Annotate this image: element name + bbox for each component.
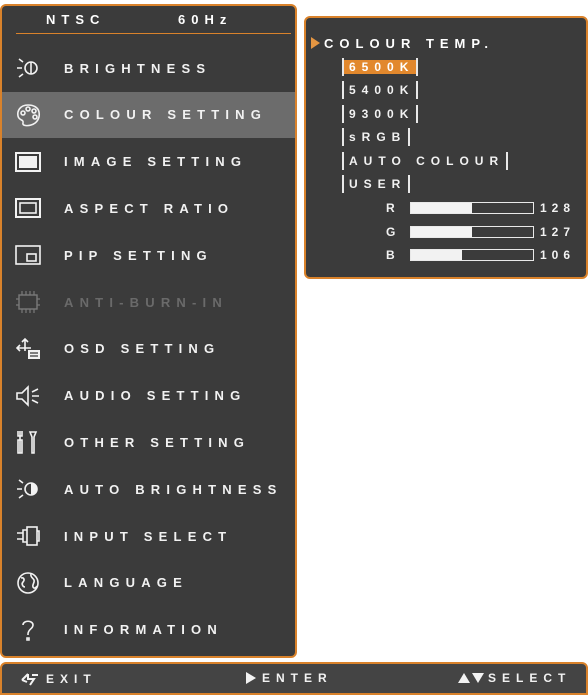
option-divider (416, 81, 419, 100)
footer-bar: EXIT ENTER SELECT (0, 662, 588, 695)
colour-temp-option[interactable]: sRGB (342, 126, 411, 148)
rgb-slider[interactable] (410, 249, 534, 261)
colour-temp-option[interactable]: USER (342, 173, 411, 195)
rgb-value: 127 (540, 224, 576, 239)
image-icon (14, 148, 42, 176)
menu-item-label: BRIGHTNESS (64, 60, 212, 76)
menu-item-label: INFORMATION (64, 622, 223, 638)
option-label: 6500K (344, 60, 417, 74)
menu-item-input-select[interactable]: INPUT SELECT (2, 513, 295, 559)
option-label: 5400K (349, 83, 415, 98)
exit-button[interactable]: EXIT (20, 671, 97, 687)
aspect-ratio-icon (14, 194, 42, 222)
select-label: SELECT (488, 671, 572, 685)
exit-label: EXIT (46, 672, 97, 686)
palette-icon (14, 101, 42, 129)
menu-item-auto-brightness[interactable]: AUTO BRIGHTNESS (2, 466, 295, 512)
down-arrow-icon (472, 673, 484, 683)
pip-icon (14, 241, 42, 269)
globe-icon (14, 569, 42, 597)
osd-icon (14, 335, 42, 363)
option-label: sRGB (349, 130, 407, 145)
menu-item-image-setting[interactable]: IMAGE SETTING (2, 139, 295, 185)
up-arrow-icon (458, 673, 470, 683)
question-icon (14, 616, 42, 644)
menu-item-label: ANTI-BURN-IN (64, 294, 228, 310)
main-menu-panel: NTSC 60Hz BRIGHTNESS COLOUR SETTING IMAGE … (0, 4, 297, 658)
option-label: USER (349, 177, 407, 191)
menu-item-brightness[interactable]: BRIGHTNESS (2, 45, 295, 91)
colour-temp-panel: COLOUR TEMP. 6500K 5400K 9300K sRGB AUTO COL… (304, 16, 588, 279)
rgb-slider[interactable] (410, 202, 534, 214)
menu-item-label: LANGUAGE (64, 575, 188, 591)
exit-icon (20, 671, 40, 687)
menu-item-label: IMAGE SETTING (64, 154, 248, 170)
brightness-icon (14, 54, 42, 82)
menu-item-anti-burn-in: ANTI-BURN-IN (2, 279, 295, 325)
menu-item-pip-setting[interactable]: PIP SETTING (2, 232, 295, 278)
select-button[interactable]: SELECT (458, 671, 571, 685)
auto-brightness-icon (14, 475, 42, 503)
menu-item-label: AUTO BRIGHTNESS (64, 481, 283, 497)
colour-temp-title: COLOUR TEMP. (324, 36, 494, 51)
submenu-pointer-icon (311, 37, 320, 49)
menu-item-label: AUDIO SETTING (64, 388, 247, 404)
signal-mode: NTSC (46, 12, 106, 27)
rgb-value: 128 (540, 201, 576, 215)
enter-icon (246, 672, 256, 684)
colour-temp-option[interactable]: 6500K (342, 56, 419, 78)
enter-label: ENTER (262, 671, 333, 685)
menu-item-label: OSD SETTING (64, 341, 221, 357)
speaker-icon (14, 382, 42, 410)
menu-item-label: OTHER SETTING (64, 434, 251, 450)
rgb-row-r[interactable]: R 128 (386, 200, 575, 216)
option-divider (408, 175, 411, 193)
rgb-slider[interactable] (410, 225, 534, 238)
menu-item-label: PIP SETTING (64, 247, 213, 263)
menu-item-other-setting[interactable]: OTHER SETTING (2, 419, 295, 465)
menu-item-label: COLOUR SETTING (64, 107, 268, 123)
enter-button[interactable]: ENTER (246, 671, 333, 685)
menu-item-audio-setting[interactable]: AUDIO SETTING (2, 373, 295, 419)
colour-temp-option[interactable]: 9300K (342, 103, 419, 125)
menu-item-label: ASPECT RATIO (64, 200, 235, 216)
input-plug-icon (14, 522, 42, 550)
tools-icon (14, 428, 42, 456)
option-divider (408, 128, 411, 147)
rgb-slider-fill (411, 226, 472, 237)
rgb-row-g[interactable]: G 127 (386, 224, 575, 240)
option-divider (416, 104, 419, 123)
header-divider (16, 33, 291, 34)
menu-item-information[interactable]: INFORMATION (2, 607, 295, 653)
menu-item-colour-setting[interactable]: COLOUR SETTING (2, 91, 295, 138)
colour-temp-option[interactable]: 5400K (342, 79, 419, 101)
colour-temp-option[interactable]: AUTO COLOUR (342, 150, 509, 172)
option-divider (506, 151, 509, 170)
rgb-label: R (386, 201, 395, 215)
rgb-label: G (386, 224, 396, 239)
option-label: AUTO COLOUR (349, 153, 505, 168)
option-divider (416, 58, 419, 76)
rgb-slider-fill (411, 250, 463, 260)
menu-item-label: INPUT SELECT (64, 528, 233, 544)
menu-item-osd-setting[interactable]: OSD SETTING (2, 326, 295, 372)
rgb-row-b[interactable]: B 106 (386, 247, 575, 263)
menu-item-aspect-ratio[interactable]: ASPECT RATIO (2, 185, 295, 231)
rgb-label: B (386, 248, 395, 262)
menu-item-language[interactable]: LANGUAGE (2, 560, 295, 606)
rgb-slider-fill (411, 203, 472, 213)
signal-frequency: 60Hz (178, 12, 233, 27)
chip-icon (14, 288, 42, 316)
rgb-value: 106 (540, 248, 576, 262)
option-label: 9300K (349, 106, 415, 121)
